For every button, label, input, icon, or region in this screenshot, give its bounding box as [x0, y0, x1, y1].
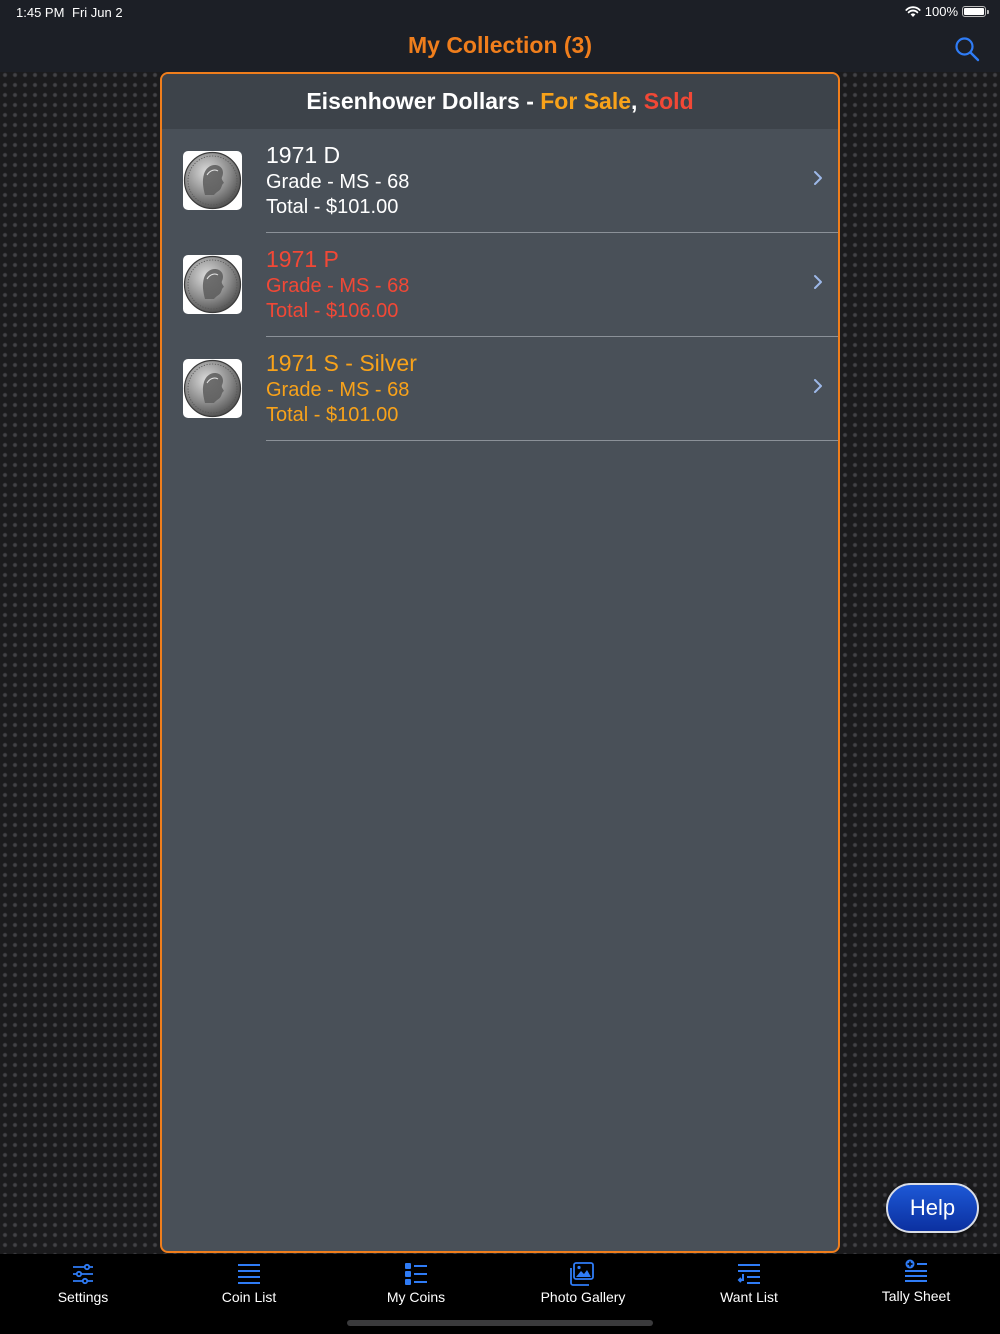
sliders-icon — [73, 1263, 93, 1285]
wifi-icon — [905, 5, 921, 17]
for-sale-legend: For Sale — [540, 88, 632, 114]
chevron-right-icon — [814, 171, 822, 185]
coin-thumbnail — [183, 255, 242, 314]
row-divider — [266, 440, 838, 441]
tab-coin-list[interactable]: Coin List — [166, 1254, 332, 1314]
coin-grade: Grade - MS - 68 — [266, 275, 410, 297]
tab-want-list[interactable]: Want List — [666, 1254, 832, 1314]
tab-label: My Coins — [386, 1289, 446, 1305]
coin-row[interactable]: 1971 P Grade - MS - 68 Total - $106.00 — [162, 233, 838, 337]
tally-sheet-icon — [905, 1259, 927, 1282]
tab-photo-gallery[interactable]: Photo Gallery — [500, 1254, 666, 1314]
status-indicators: 100% — [905, 4, 989, 19]
coin-title: 1971 P — [266, 246, 339, 272]
coin-list: 1971 D Grade - MS - 68 Total - $101.00 1… — [162, 129, 838, 441]
coin-title: 1971 S - Silver — [266, 350, 417, 376]
status-date: Fri Jun 2 — [72, 5, 123, 20]
chevron-right-icon — [814, 275, 822, 289]
bullet-list-icon — [405, 1263, 427, 1285]
collection-header: Eisenhower Dollars - For Sale, Sold — [162, 74, 838, 129]
coin-grade: Grade - MS - 68 — [266, 171, 410, 193]
tab-label: Want List — [720, 1289, 778, 1305]
coin-grade: Grade - MS - 68 — [266, 379, 410, 401]
coin-total: Total - $101.00 — [266, 404, 399, 426]
status-time: 1:45 PM — [16, 5, 65, 20]
home-indicator — [347, 1320, 653, 1326]
coin-text: 1971 D Grade - MS - 68 Total - $101.00 — [266, 140, 409, 220]
coin-text: 1971 P Grade - MS - 68 Total - $106.00 — [266, 244, 409, 324]
tab-label: Coin List — [221, 1289, 277, 1305]
list-icon — [238, 1264, 260, 1284]
want-list-icon — [737, 1264, 760, 1284]
search-icon[interactable] — [954, 36, 980, 62]
photo-gallery-icon — [570, 1262, 594, 1286]
coin-thumbnail — [183, 359, 242, 418]
page-title: My Collection (3) — [407, 32, 592, 58]
coin-text: 1971 S - Silver Grade - MS - 68 Total - … — [266, 348, 417, 428]
status-bar: 1:45 PM Fri Jun 2 100% — [0, 0, 1000, 24]
coin-row[interactable]: 1971 D Grade - MS - 68 Total - $101.00 — [162, 129, 838, 233]
tab-label: Settings — [57, 1289, 109, 1305]
tab-settings[interactable]: Settings — [0, 1254, 166, 1314]
tab-label: Tally Sheet — [881, 1288, 951, 1304]
battery-percent: 100% — [924, 4, 958, 19]
navigation-bar: My Collection (3) — [0, 24, 1000, 72]
header-title: Eisenhower Dollars - — [306, 88, 541, 114]
collection-panel: Eisenhower Dollars - For Sale, Sold 1971… — [160, 72, 840, 1253]
tab-label: Photo Gallery — [540, 1289, 626, 1305]
coin-thumbnail — [183, 151, 242, 210]
coin-total: Total - $101.00 — [266, 196, 399, 218]
chevron-right-icon — [814, 379, 822, 393]
coin-total: Total - $106.00 — [266, 300, 399, 322]
tab-tally-sheet[interactable]: Tally Sheet — [833, 1254, 999, 1314]
sold-legend: Sold — [637, 88, 694, 114]
help-button[interactable]: Help — [886, 1183, 979, 1233]
coin-row[interactable]: 1971 S - Silver Grade - MS - 68 Total - … — [162, 337, 838, 441]
coin-title: 1971 D — [266, 142, 341, 168]
battery-icon — [962, 6, 989, 17]
tab-my-coins[interactable]: My Coins — [333, 1254, 499, 1314]
